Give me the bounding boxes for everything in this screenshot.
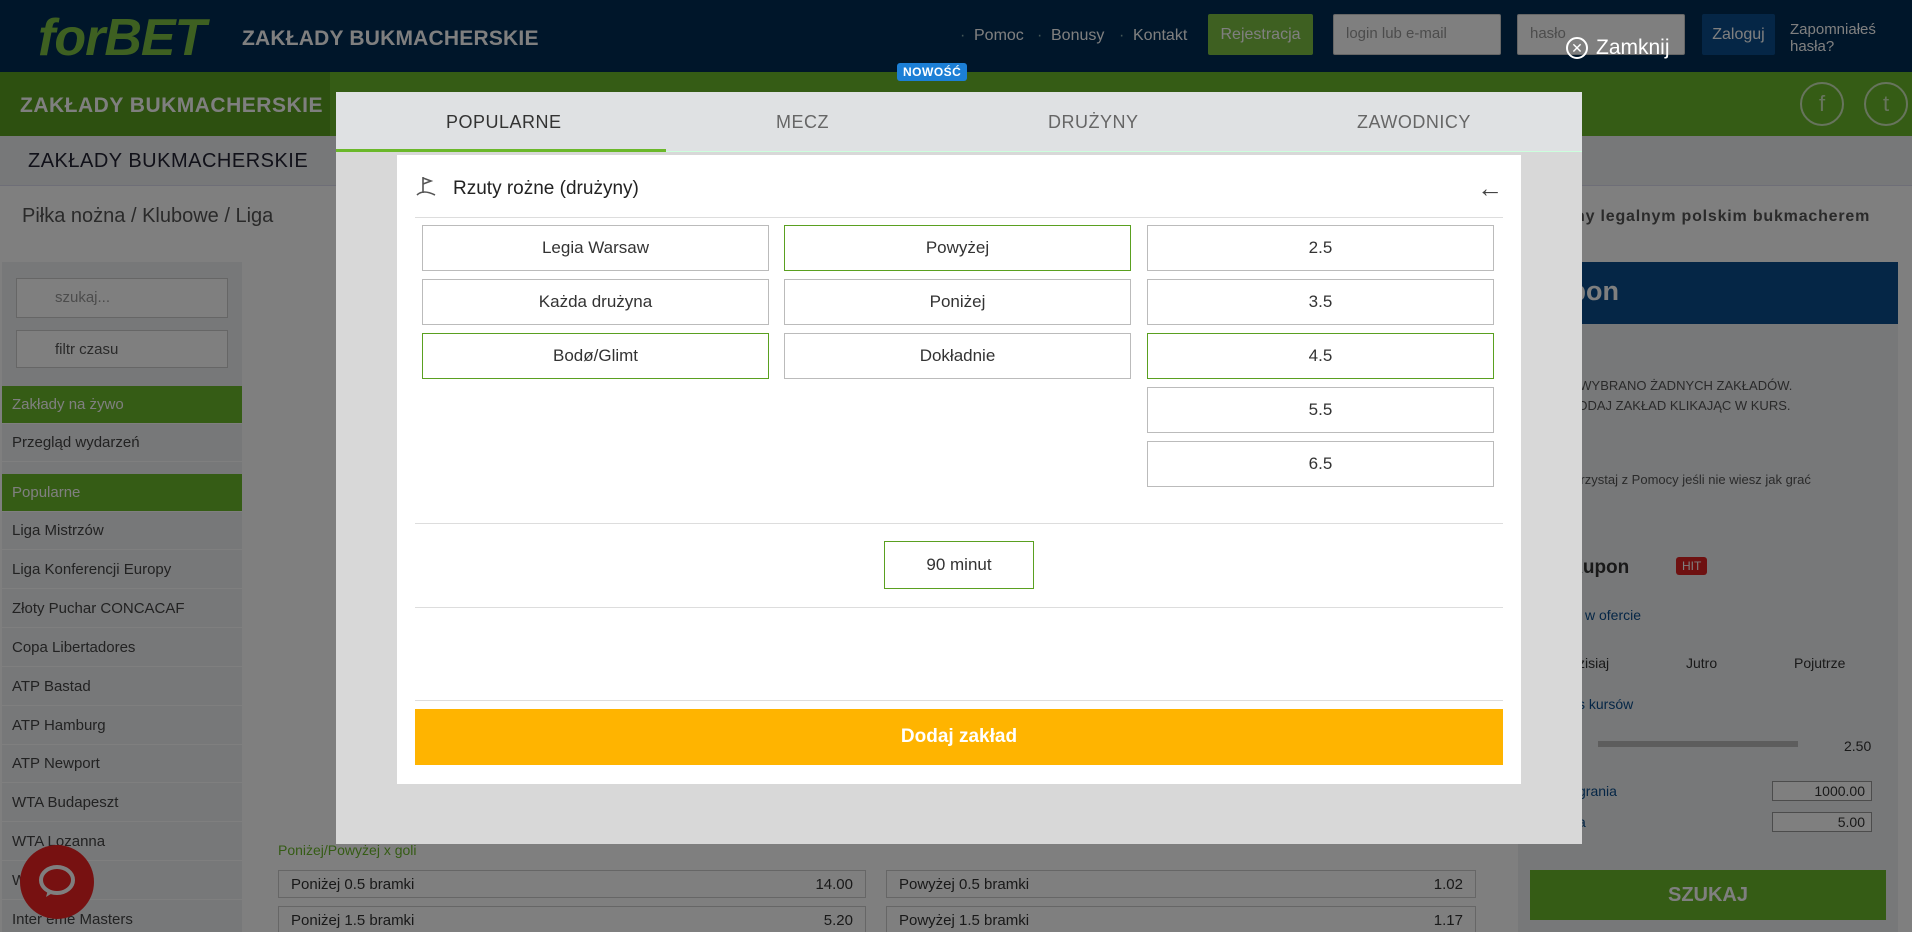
divider bbox=[415, 607, 1503, 608]
back-arrow-icon[interactable]: ← bbox=[1477, 173, 1503, 204]
divider bbox=[415, 523, 1503, 524]
option-line-4-5[interactable]: 4.5 bbox=[1147, 333, 1494, 379]
tab-mecz[interactable]: MECZ bbox=[776, 112, 829, 133]
add-bet-button[interactable]: Dodaj zakład bbox=[415, 709, 1503, 765]
tab-popularne[interactable]: POPULARNE bbox=[446, 112, 562, 133]
new-badge: NOWOŚĆ bbox=[897, 63, 968, 81]
option-line-2-5[interactable]: 2.5 bbox=[1147, 225, 1494, 271]
tab-zawodnicy[interactable]: ZAWODNICY bbox=[1357, 112, 1471, 133]
market-tabs: POPULARNE MECZ DRUŻYNY ZAWODNICY bbox=[336, 92, 1582, 152]
tab-druzyny[interactable]: DRUŻYNY bbox=[1048, 112, 1139, 133]
modal-title: Rzuty rożne (drużyny) bbox=[453, 178, 639, 199]
duration-option[interactable]: 90 minut bbox=[884, 541, 1034, 589]
close-label: Zamknij bbox=[1596, 36, 1670, 59]
option-line-3-5[interactable]: 3.5 bbox=[1147, 279, 1494, 325]
close-button[interactable]: ✕ Zamknij bbox=[1566, 36, 1670, 60]
modal-header: Rzuty rożne (drużyny) ← bbox=[415, 155, 1503, 218]
option-exact[interactable]: Dokładnie bbox=[784, 333, 1131, 379]
divider bbox=[415, 700, 1503, 701]
option-line-5-5[interactable]: 5.5 bbox=[1147, 387, 1494, 433]
option-under[interactable]: Poniżej bbox=[784, 279, 1131, 325]
bet-builder-modal: Rzuty rożne (drużyny) ← Legia Warsaw Każ… bbox=[397, 155, 1521, 784]
active-tab-indicator bbox=[336, 149, 666, 152]
option-team-bodo[interactable]: Bodø/Glimt bbox=[422, 333, 769, 379]
option-team-legia[interactable]: Legia Warsaw bbox=[422, 225, 769, 271]
option-team-any[interactable]: Każda drużyna bbox=[422, 279, 769, 325]
option-over[interactable]: Powyżej bbox=[784, 225, 1131, 271]
corner-flag-icon bbox=[416, 177, 436, 196]
option-line-6-5[interactable]: 6.5 bbox=[1147, 441, 1494, 487]
close-icon: ✕ bbox=[1566, 37, 1588, 59]
